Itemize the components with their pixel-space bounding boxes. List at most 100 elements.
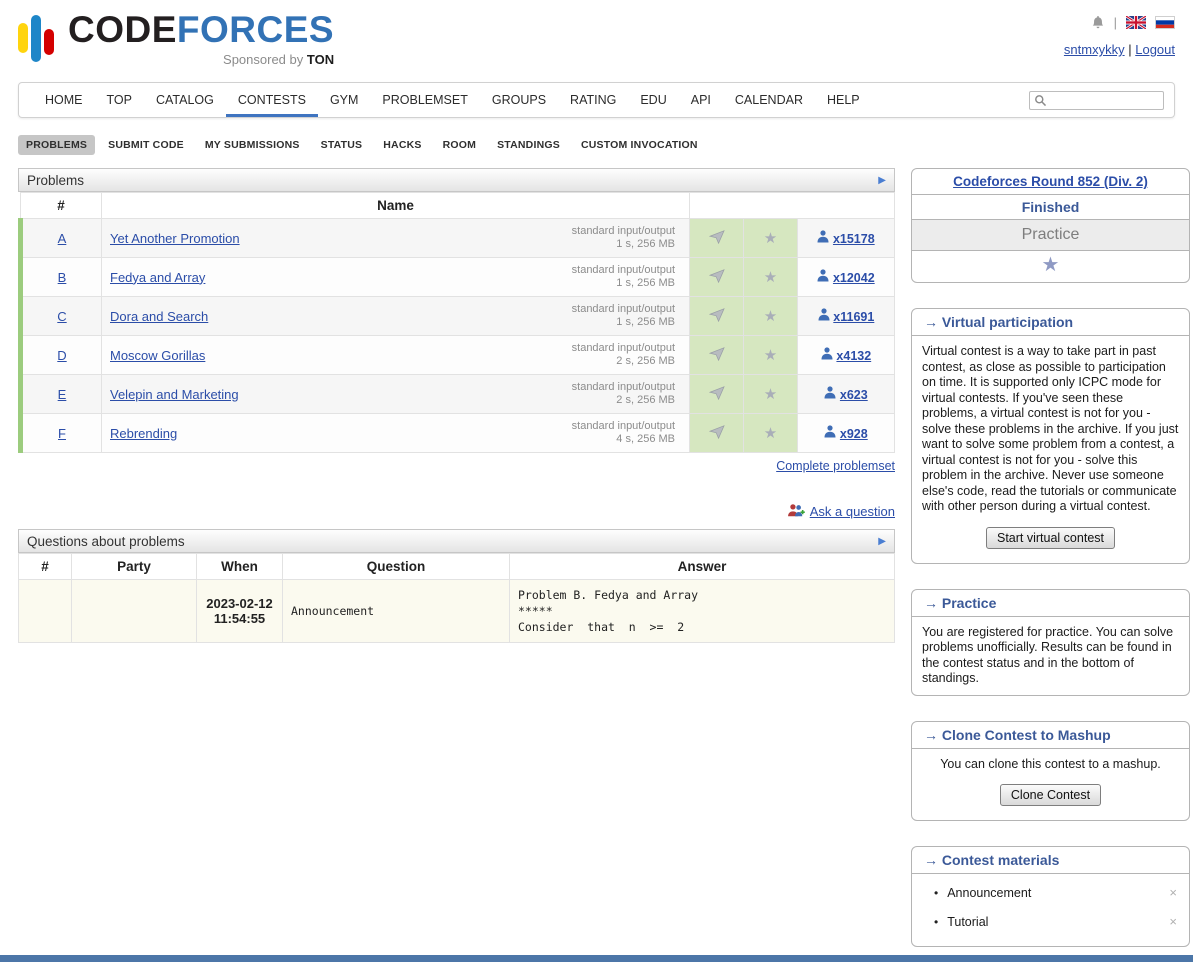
problem-letter-link[interactable]: D bbox=[57, 348, 66, 363]
nav-item-api[interactable]: API bbox=[679, 83, 723, 117]
nav-item-contests[interactable]: CONTESTS bbox=[226, 83, 318, 117]
codeforces-logo[interactable]: CODEFORCES Sponsored by TON bbox=[18, 10, 334, 67]
question-num-cell bbox=[19, 580, 72, 643]
questions-header-row: # Party When Question Answer bbox=[19, 554, 895, 580]
sponsored-brand: TON bbox=[307, 52, 334, 67]
problem-letter-link[interactable]: A bbox=[58, 231, 67, 246]
col-header-num: # bbox=[21, 193, 102, 219]
expand-arrow-icon[interactable]: ▶ bbox=[878, 175, 886, 186]
main-nav: HOME TOP CATALOG CONTESTS GYM PROBLEMSET… bbox=[18, 82, 1175, 118]
nav-item-calendar[interactable]: CALENDAR bbox=[723, 83, 815, 117]
subnav-custom-invocation[interactable]: CUSTOM INVOCATION bbox=[573, 135, 706, 155]
subnav-standings[interactable]: STANDINGS bbox=[489, 135, 568, 155]
solved-person-icon bbox=[824, 425, 836, 438]
username-link[interactable]: sntmxykky bbox=[1064, 42, 1125, 57]
submit-plane-icon[interactable] bbox=[709, 347, 725, 361]
favorite-star-icon[interactable]: ★ bbox=[764, 230, 777, 247]
flag-ru-icon[interactable] bbox=[1155, 16, 1175, 29]
subnav-submit-code[interactable]: SUBMIT CODE bbox=[100, 135, 192, 155]
expand-arrow-icon[interactable]: ▶ bbox=[878, 536, 886, 547]
col-header-name: Name bbox=[102, 193, 690, 219]
favorite-star-icon[interactable]: ★ bbox=[764, 269, 777, 286]
close-icon[interactable]: × bbox=[1169, 885, 1177, 900]
clone-mashup-title: → Clone Contest to Mashup bbox=[912, 722, 1189, 749]
table-row: C Dora and Search standard input/output1… bbox=[21, 297, 895, 336]
contest-subnav: PROBLEMS SUBMIT CODE MY SUBMISSIONS STAT… bbox=[18, 135, 1175, 155]
practice-text: You are registered for practice. You can… bbox=[912, 617, 1189, 695]
start-virtual-contest-button[interactable]: Start virtual contest bbox=[986, 527, 1115, 549]
solved-count-link[interactable]: x12042 bbox=[833, 271, 875, 285]
solved-count-link[interactable]: x11691 bbox=[833, 310, 874, 324]
submit-plane-icon[interactable] bbox=[709, 308, 725, 322]
problem-name-link[interactable]: Moscow Gorillas bbox=[110, 348, 205, 363]
problem-io-note: standard input/output1 s, 256 MB bbox=[572, 300, 681, 332]
submit-plane-icon[interactable] bbox=[709, 269, 725, 283]
problem-io-note: standard input/output2 s, 256 MB bbox=[572, 378, 681, 410]
solved-count-link[interactable]: x623 bbox=[840, 388, 868, 402]
submit-plane-icon[interactable] bbox=[709, 230, 725, 244]
subnav-room[interactable]: ROOM bbox=[435, 135, 484, 155]
nav-item-home[interactable]: HOME bbox=[33, 83, 95, 117]
nav-item-edu[interactable]: EDU bbox=[628, 83, 678, 117]
sponsored-prefix: Sponsored by bbox=[223, 52, 307, 67]
problem-name-link[interactable]: Dora and Search bbox=[110, 309, 208, 324]
problem-letter-link[interactable]: E bbox=[58, 387, 67, 402]
nav-item-help[interactable]: HELP bbox=[815, 83, 872, 117]
problem-letter-link[interactable]: B bbox=[58, 270, 67, 285]
solved-count-link[interactable]: x4132 bbox=[836, 349, 871, 363]
list-item: • Announcement × bbox=[934, 878, 1177, 907]
search-input[interactable] bbox=[1029, 91, 1164, 110]
favorite-star-icon[interactable]: ★ bbox=[764, 308, 777, 325]
flag-en-icon[interactable] bbox=[1126, 16, 1146, 29]
problem-name-link[interactable]: Yet Another Promotion bbox=[110, 231, 240, 246]
footer-bar bbox=[0, 955, 1193, 962]
problem-name-link[interactable]: Rebrending bbox=[110, 426, 177, 441]
ask-question-link[interactable]: Ask a question bbox=[810, 504, 895, 519]
clone-mashup-text: You can clone this contest to a mashup. bbox=[912, 749, 1189, 781]
problems-table: # Name A Yet Another Promotion standard … bbox=[18, 192, 895, 453]
solved-count-link[interactable]: x15178 bbox=[833, 232, 875, 246]
subnav-hacks[interactable]: HACKS bbox=[375, 135, 429, 155]
complete-problemset-row: Complete problemset bbox=[18, 459, 895, 473]
close-icon[interactable]: × bbox=[1169, 914, 1177, 929]
bullet-icon: • bbox=[934, 886, 938, 900]
problem-name-link[interactable]: Fedya and Array bbox=[110, 270, 205, 285]
nav-item-catalog[interactable]: CATALOG bbox=[144, 83, 226, 117]
favorite-star-icon[interactable]: ★ bbox=[764, 386, 777, 403]
material-announcement-link[interactable]: Announcement bbox=[947, 886, 1169, 900]
nav-item-gym[interactable]: GYM bbox=[318, 83, 370, 117]
solved-count-link[interactable]: x928 bbox=[840, 427, 868, 441]
complete-problemset-link[interactable]: Complete problemset bbox=[776, 459, 895, 473]
bell-icon[interactable] bbox=[1091, 15, 1105, 30]
nav-item-top[interactable]: TOP bbox=[95, 83, 144, 117]
nav-item-rating[interactable]: RATING bbox=[558, 83, 628, 117]
question-text-cell: Announcement bbox=[283, 580, 510, 643]
table-row: D Moscow Gorillas standard input/output2… bbox=[21, 336, 895, 375]
favorite-star-icon[interactable]: ★ bbox=[764, 347, 777, 364]
subnav-problems[interactable]: PROBLEMS bbox=[18, 135, 95, 155]
submit-plane-icon[interactable] bbox=[709, 425, 725, 439]
favorite-star-icon[interactable]: ★ bbox=[764, 425, 777, 442]
problems-caption: Problems bbox=[27, 173, 84, 188]
nav-item-groups[interactable]: GROUPS bbox=[480, 83, 558, 117]
problem-name-link[interactable]: Velepin and Marketing bbox=[110, 387, 239, 402]
clone-contest-button[interactable]: Clone Contest bbox=[1000, 784, 1101, 806]
submit-plane-icon[interactable] bbox=[709, 386, 725, 400]
problems-header-row: # Name bbox=[21, 193, 895, 219]
clone-button-row: Clone Contest bbox=[912, 780, 1189, 820]
logout-link[interactable]: Logout bbox=[1135, 42, 1175, 57]
subnav-status[interactable]: STATUS bbox=[313, 135, 371, 155]
question-when-cell: 2023-02-12 11:54:55 bbox=[197, 580, 283, 643]
col-header-question: Question bbox=[283, 554, 510, 580]
problem-letter-link[interactable]: F bbox=[58, 426, 66, 441]
contest-mode: Practice bbox=[912, 220, 1189, 251]
virtual-button-row: Start virtual contest bbox=[912, 523, 1189, 563]
subnav-my-submissions[interactable]: MY SUBMISSIONS bbox=[197, 135, 308, 155]
contest-title-link[interactable]: Codeforces Round 852 (Div. 2) bbox=[953, 174, 1148, 189]
ask-question-icon bbox=[787, 503, 805, 519]
virtual-participation-text: Virtual contest is a way to take part in… bbox=[912, 336, 1189, 523]
nav-item-problemset[interactable]: PROBLEMSET bbox=[370, 83, 479, 117]
material-tutorial-link[interactable]: Tutorial bbox=[947, 915, 1169, 929]
problem-letter-link[interactable]: C bbox=[57, 309, 66, 324]
favorite-star-icon[interactable]: ★ bbox=[1042, 254, 1060, 276]
